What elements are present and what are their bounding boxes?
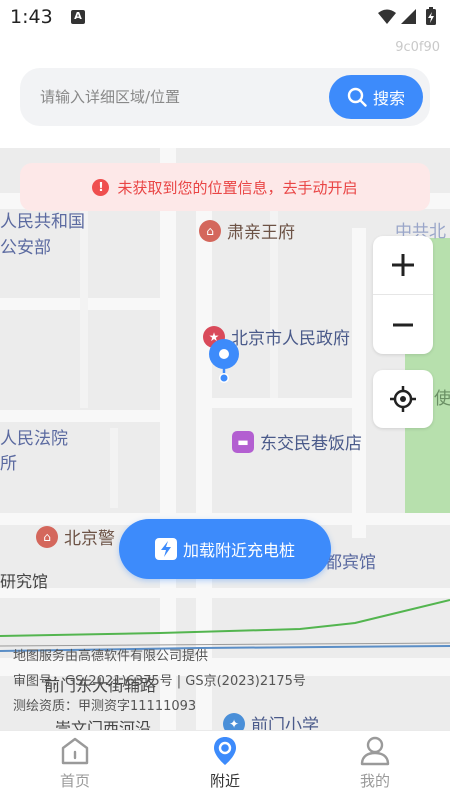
map-attribution-survey: 测绘资质：甲测资字11111093	[13, 699, 197, 714]
poi-suqin[interactable]: ⌂ 肃亲王府	[199, 218, 295, 243]
map-label-bottom-road: 崇文门西河沿	[55, 719, 152, 730]
map-label-du-binguan: 都宾馆	[325, 553, 376, 573]
search-input[interactable]	[40, 68, 320, 126]
nav-label-mine: 我的	[359, 772, 390, 790]
poi-label: 北京警	[64, 529, 115, 549]
map-label-suo: 所	[0, 454, 17, 474]
zoom-out-button[interactable]	[373, 295, 433, 354]
notification-icon: A	[71, 10, 85, 24]
search-bar: 搜索	[20, 68, 430, 126]
nav-item-home[interactable]: 首页	[25, 735, 125, 797]
exclamation-icon: !	[92, 178, 110, 196]
map-label-fayuan: 人民法院	[0, 429, 68, 449]
nav-label-nearby: 附近	[209, 772, 240, 790]
status-bar: 1:43 A	[0, 0, 450, 36]
poi-label: 北京市人民政府	[231, 329, 350, 349]
alert-message: 未获取到您的位置信息，去手动开启	[117, 178, 358, 197]
minus-icon	[393, 323, 413, 326]
wifi-icon	[378, 9, 396, 24]
bottom-nav: 首页 附近 我的	[0, 730, 450, 800]
search-icon	[347, 87, 367, 107]
poi-beijing-jing[interactable]: ⌂ 北京警	[36, 524, 115, 549]
map-attribution-review: 审图号：GS(2021)6375号 | GS京(2023)2175号	[13, 674, 306, 689]
hotel-icon: ▬	[232, 430, 254, 453]
school-icon: ✦	[223, 712, 245, 730]
landmark-icon: ⌂	[199, 219, 221, 242]
system-icons	[376, 7, 442, 31]
load-button-label: 加载附近充电桩	[182, 541, 295, 560]
museum-icon: ⌂	[36, 525, 58, 548]
status-time: 1:43	[10, 6, 53, 28]
lightning-icon	[154, 538, 177, 560]
zoom-controls	[373, 236, 433, 354]
battery-icon	[426, 7, 436, 25]
poi-label: 肃亲王府	[227, 223, 295, 243]
map-label-yanjiu-guan: 研究馆	[0, 572, 49, 591]
nav-label-home: 首页	[59, 772, 90, 790]
signal-icon	[401, 9, 416, 24]
zoom-in-button[interactable]	[373, 236, 433, 295]
poi-label: 前门小学	[251, 716, 319, 730]
location-permission-alert[interactable]: ! 未获取到您的位置信息，去手动开启	[20, 163, 430, 211]
search-button-label: 搜索	[372, 89, 405, 108]
home-icon	[61, 737, 89, 765]
location-pin-icon	[214, 737, 236, 765]
crosshair-icon	[390, 386, 416, 412]
poi-dongjiao[interactable]: ▬ 东交民巷饭店	[232, 429, 362, 454]
hash-code: 9c0f90	[395, 40, 440, 55]
poi-label: 东交民巷饭店	[260, 434, 362, 454]
map-label-shi: 使	[434, 389, 450, 409]
load-nearby-chargers-button[interactable]: 加载附近充电桩	[119, 519, 331, 579]
plus-icon	[392, 254, 414, 276]
user-icon	[360, 736, 390, 766]
nav-item-nearby[interactable]: 附近	[175, 735, 275, 797]
map-view[interactable]: ! 未获取到您的位置信息，去手动开启 人民共和国 公安部 人民法院 所 研究馆 …	[0, 148, 450, 730]
poi-qianmen-school[interactable]: ✦ 前门小学	[223, 711, 319, 730]
locate-me-button[interactable]	[373, 370, 433, 428]
current-location-marker	[206, 338, 242, 392]
map-attribution-provider: 地图服务由高德软件有限公司提供	[13, 649, 209, 664]
map-label-gong-an-bu: 公安部	[0, 238, 51, 258]
search-button[interactable]: 搜索	[329, 75, 423, 119]
nav-item-mine[interactable]: 我的	[325, 735, 425, 797]
map-label-renmin-gonghe: 人民共和国	[0, 212, 85, 232]
